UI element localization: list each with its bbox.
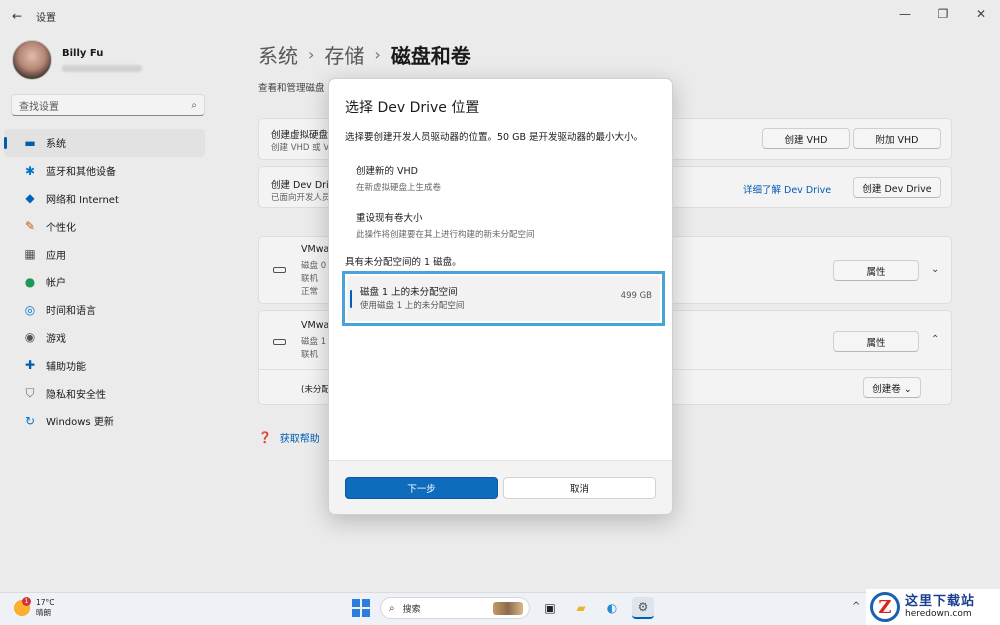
notification-badge: 1 — [22, 597, 31, 606]
sun-icon: 1 — [14, 597, 31, 616]
option-title: 磁盘 1 上的未分配空间 — [360, 287, 458, 298]
watermark-url: heredown.com — [905, 609, 972, 619]
watermark-logo: Z 这里下载站 heredown.com — [866, 589, 1000, 625]
unallocated-size: 499 GB — [620, 291, 652, 301]
weather-condition: 晴朗 — [36, 608, 51, 617]
weather-temp: 17°C — [36, 598, 55, 607]
weather-widget[interactable]: 1 17°C 晴朗 — [14, 597, 55, 618]
windows-start-icon[interactable] — [352, 599, 370, 617]
unallocated-section-heading: 具有未分配空间的 1 磁盘。 — [345, 257, 462, 268]
option-disk-1-unallocated[interactable]: 磁盘 1 上的未分配空间 使用磁盘 1 上的未分配空间 499 GB — [347, 276, 660, 321]
taskbar: 1 17°C 晴朗 ⌕ 搜索 ▣ ▰ ◐ ⚙ ^ — [0, 592, 1000, 625]
taskbar-search-label: 搜索 — [402, 604, 421, 615]
option-subtitle: 使用磁盘 1 上的未分配空间 — [360, 301, 465, 311]
edge-icon[interactable]: ◐ — [601, 597, 623, 619]
option-title: 创建新的 VHD — [356, 166, 418, 177]
settings-icon[interactable]: ⚙ — [632, 597, 654, 619]
option-subtitle: 此操作将创建要在其上进行构建的新未分配空间 — [356, 230, 535, 240]
option-create-new-vhd[interactable]: 创建新的 VHD 在新虚拟硬盘上生成卷 — [345, 163, 657, 193]
dialog-footer: 下一步 取消 — [329, 460, 672, 514]
option-title: 重设现有卷大小 — [356, 213, 423, 224]
task-view-icon[interactable]: ▣ — [539, 597, 561, 619]
next-button[interactable]: 下一步 — [345, 477, 498, 499]
search-icon: ⌕ — [389, 602, 395, 614]
option-subtitle: 在新虚拟硬盘上生成卷 — [356, 183, 442, 193]
selection-highlight-box: 磁盘 1 上的未分配空间 使用磁盘 1 上的未分配空间 499 GB — [342, 271, 665, 326]
watermark-z-logo: Z — [870, 592, 900, 622]
search-highlight-image — [493, 602, 523, 615]
option-resize-existing-volume[interactable]: 重设现有卷大小 此操作将创建要在其上进行构建的新未分配空间 — [345, 210, 657, 240]
taskbar-apps: ⌕ 搜索 ▣ ▰ ◐ ⚙ — [352, 597, 654, 619]
cancel-button[interactable]: 取消 — [503, 477, 656, 499]
tray-overflow-icon[interactable]: ^ — [852, 601, 860, 612]
watermark-title: 这里下载站 — [905, 594, 976, 609]
file-explorer-icon[interactable]: ▰ — [570, 597, 592, 619]
dialog-subtitle: 选择要创建开发人员驱动器的位置。50 GB 是开发驱动器的最小大小。 — [345, 132, 644, 143]
dev-drive-location-dialog: 选择 Dev Drive 位置 选择要创建开发人员驱动器的位置。50 GB 是开… — [328, 78, 673, 515]
taskbar-search[interactable]: ⌕ 搜索 — [380, 597, 530, 619]
dialog-title: 选择 Dev Drive 位置 — [345, 100, 480, 116]
